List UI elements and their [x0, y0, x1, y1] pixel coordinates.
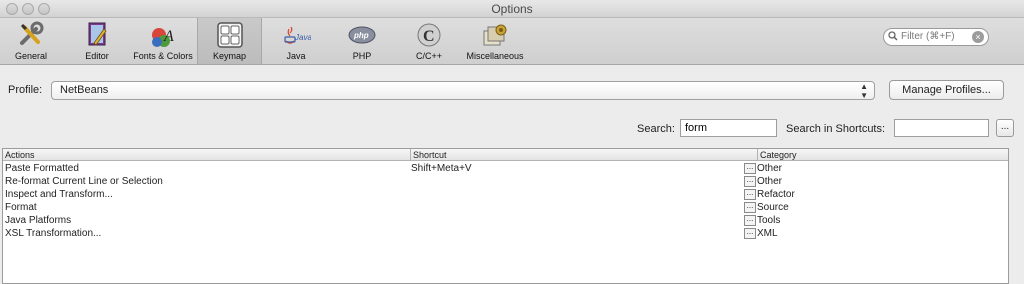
miscellaneous-icon [483, 24, 507, 46]
action-cell: XSL Transformation... [5, 228, 102, 239]
clear-filter-icon[interactable]: × [972, 31, 984, 43]
column-header-actions[interactable]: Actions [3, 149, 410, 161]
search-input[interactable] [680, 119, 777, 137]
table-row[interactable]: Inspect and Transform... ... Refactor [3, 188, 1008, 201]
filter-input[interactable]: Filter (⌘+F) × [883, 28, 989, 46]
tab-general-label: General [14, 51, 48, 61]
action-cell: Java Platforms [5, 215, 72, 226]
wrench-screwdriver-icon [20, 21, 44, 45]
svg-text:A: A [163, 28, 174, 45]
profile-value: NetBeans [60, 84, 109, 96]
c-cpp-icon: C [417, 23, 441, 47]
editor-pencil-icon [88, 22, 107, 46]
window-title: Options [491, 2, 533, 16]
tab-c-cpp[interactable]: C C/C++ [397, 18, 461, 64]
search-icon [888, 31, 898, 41]
tab-miscellaneous-label: Miscellaneous [466, 51, 524, 61]
tab-fonts-colors[interactable]: A Fonts & Colors [130, 18, 196, 64]
tab-general[interactable]: General [0, 18, 62, 64]
search-label: Search: [637, 123, 675, 135]
category-toolbar: General Editor A Fonts & Colors Keymap J… [0, 18, 1024, 65]
chevron-up-down-icon: ▲ ▼ [860, 82, 868, 100]
action-cell: Re-format Current Line or Selection [5, 176, 163, 187]
category-cell: Other [757, 176, 783, 187]
action-cell: Paste Formatted [5, 163, 79, 174]
edit-shortcut-button[interactable]: ... [744, 228, 756, 239]
edit-shortcut-button[interactable]: ... [744, 215, 756, 226]
keyboard-icon [216, 22, 243, 48]
edit-shortcut-button[interactable]: ... [744, 163, 756, 174]
table-row[interactable]: Paste Formatted Shift+Meta+V ... Other [3, 162, 1008, 175]
svg-text:C: C [423, 28, 435, 45]
column-header-category[interactable]: Category [757, 149, 1010, 161]
manage-profiles-button[interactable]: Manage Profiles... [889, 80, 1004, 100]
tab-editor-label: Editor [85, 51, 109, 61]
tab-editor[interactable]: Editor [66, 18, 128, 64]
search-in-shortcuts-label: Search in Shortcuts: [786, 123, 886, 135]
table-row[interactable]: XSL Transformation... ... XML [3, 227, 1008, 240]
shortcut-record-button[interactable]: ... [996, 119, 1014, 137]
tab-fonts-colors-label: Fonts & Colors [133, 51, 193, 61]
profile-label: Profile: [8, 84, 43, 96]
category-cell: Source [757, 202, 789, 213]
search-in-shortcuts-input[interactable] [894, 119, 989, 137]
action-cell: Inspect and Transform... [5, 189, 113, 200]
svg-text:php: php [353, 31, 369, 40]
table-row[interactable]: Re-format Current Line or Selection ... … [3, 175, 1008, 188]
tab-php-label: PHP [352, 51, 372, 61]
edit-shortcut-button[interactable]: ... [744, 176, 756, 187]
tab-keymap-label: Keymap [212, 51, 247, 61]
category-cell: Tools [757, 215, 781, 226]
category-cell: Other [757, 163, 783, 174]
tab-keymap[interactable]: Keymap [197, 18, 262, 64]
profile-select[interactable]: NetBeans ▲ ▼ [51, 81, 875, 100]
shortcut-cell[interactable]: Shift+Meta+V [411, 162, 472, 175]
action-cell: Format [5, 202, 37, 213]
category-cell: Refactor [757, 189, 795, 200]
php-icon: php [348, 26, 376, 44]
tab-c-cpp-label: C/C++ [415, 51, 442, 61]
category-cell: XML [757, 228, 778, 239]
keymap-table: Actions Shortcut Category Paste Formatte… [2, 148, 1009, 284]
tab-miscellaneous[interactable]: Miscellaneous [463, 18, 527, 64]
tab-java-label: Java [286, 51, 306, 61]
title-bar: Options [0, 0, 1024, 18]
svg-text:Java: Java [294, 33, 311, 42]
filter-placeholder: Filter (⌘+F) [901, 31, 955, 42]
table-row[interactable]: Format ... Source [3, 201, 1008, 214]
java-icon: Java [284, 26, 311, 44]
table-header: Actions Shortcut Category [3, 149, 1008, 161]
edit-shortcut-button[interactable]: ... [744, 189, 756, 200]
table-row[interactable]: Java Platforms ... Tools [3, 214, 1008, 227]
tab-php[interactable]: php PHP [331, 18, 393, 64]
fonts-colors-icon: A [152, 28, 174, 47]
tab-java[interactable]: Java Java [265, 18, 327, 64]
edit-shortcut-button[interactable]: ... [744, 202, 756, 213]
column-header-shortcut[interactable]: Shortcut [410, 149, 757, 161]
